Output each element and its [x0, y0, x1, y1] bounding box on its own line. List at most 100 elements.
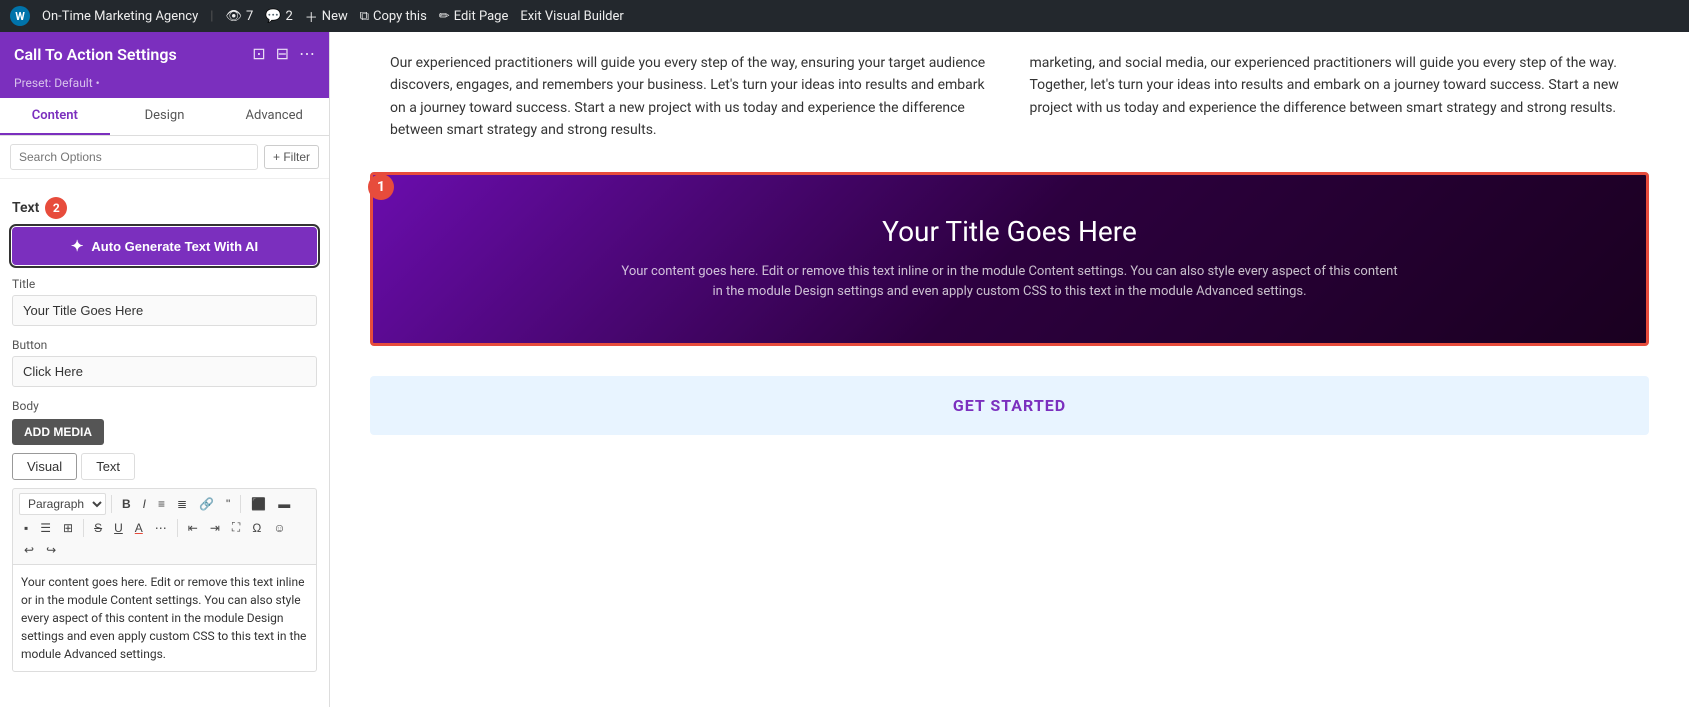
indent-in-btn[interactable]: ⇥	[205, 518, 225, 538]
body-content: Your content goes here. Edit or remove t…	[21, 575, 306, 661]
edit-page-item[interactable]: ✏ Edit Page	[439, 9, 509, 24]
wp-logo: W	[10, 6, 30, 26]
page-inner: Our experienced practitioners will guide…	[330, 32, 1689, 707]
redo-btn[interactable]: ↪	[41, 540, 61, 560]
get-started-box: GET STARTED	[370, 376, 1649, 435]
new-label: New	[322, 9, 348, 24]
more-icon-btn[interactable]: ⋯	[299, 44, 315, 64]
comment-icon: 💬	[265, 9, 281, 24]
cta-body: Your content goes here. Edit or remove t…	[620, 262, 1400, 304]
content-col-1: Our experienced practitioners will guide…	[370, 52, 1010, 142]
text-section-label: Text	[12, 200, 39, 216]
sidebar-content: Text 2 ✦ Auto Generate Text With AI Titl…	[0, 179, 329, 707]
layout-icon-btn[interactable]: ⊟	[276, 44, 289, 64]
toolbar-sep1	[111, 495, 112, 513]
sep1: |	[210, 9, 213, 24]
editor-toolbar: Paragraph B I ≡ ≣ 🔗 " ⬛ ▬ ▪ ☰ ⊞ S	[12, 488, 317, 564]
button-input[interactable]	[12, 356, 317, 387]
copy-label: Copy this	[373, 9, 427, 24]
visual-text-tabs: Visual Text	[12, 453, 317, 480]
tab-content[interactable]: Content	[0, 98, 110, 135]
views-item[interactable]: 👁 7	[225, 9, 253, 24]
underline-btn[interactable]: U	[109, 518, 128, 538]
edit-page-label: Edit Page	[454, 9, 509, 24]
filter-label: + Filter	[273, 150, 310, 164]
body-label: Body	[12, 399, 317, 413]
main-layout: Call To Action Settings ⊡ ⊟ ⋯ Preset: De…	[0, 32, 1689, 707]
top-bar: W On-Time Marketing Agency | 👁 7 💬 2 ＋ N…	[0, 0, 1689, 32]
italic-btn[interactable]: I	[138, 494, 151, 514]
text-color-btn[interactable]: A	[130, 518, 148, 538]
tab-design[interactable]: Design	[110, 98, 220, 135]
sidebar-title: Call To Action Settings	[14, 45, 177, 64]
special-char-btn[interactable]: Ω	[247, 518, 266, 538]
text-tab[interactable]: Text	[81, 453, 135, 480]
more-btn[interactable]: ⋯	[150, 518, 172, 538]
expand-icon-btn[interactable]: ⊡	[252, 44, 265, 64]
paragraph-select[interactable]: Paragraph	[19, 493, 106, 515]
search-input[interactable]	[10, 144, 258, 170]
sidebar-search-bar: + Filter	[0, 136, 329, 179]
col1-text: Our experienced practitioners will guide…	[390, 52, 990, 142]
ul-btn[interactable]: ≡	[153, 494, 170, 514]
ai-generate-button[interactable]: ✦ Auto Generate Text With AI	[12, 227, 317, 265]
align-right-btn[interactable]: ▪	[19, 518, 33, 538]
title-input[interactable]	[12, 295, 317, 326]
sidebar-header-icons: ⊡ ⊟ ⋯	[252, 44, 315, 64]
indent-out-btn[interactable]: ⇤	[183, 518, 203, 538]
table-btn[interactable]: ⊞	[58, 518, 78, 538]
sidebar-tabs: Content Design Advanced	[0, 98, 329, 136]
button-field-label: Button	[12, 338, 317, 352]
exit-label: Exit Visual Builder	[520, 9, 623, 24]
edit-icon: ✏	[439, 9, 450, 24]
toolbar-sep3	[83, 519, 84, 537]
sidebar-header: Call To Action Settings ⊡ ⊟ ⋯	[0, 32, 329, 72]
title-field-group: Title	[12, 277, 317, 326]
bold-btn[interactable]: B	[117, 494, 136, 514]
exit-builder-item[interactable]: Exit Visual Builder	[520, 9, 623, 24]
page-content: Our experienced practitioners will guide…	[330, 32, 1689, 707]
wp-logo-item[interactable]: W	[10, 6, 30, 26]
align-left-btn[interactable]: ⬛	[246, 494, 271, 514]
preset-line: Preset: Default •	[0, 72, 329, 98]
get-started-label: GET STARTED	[953, 396, 1066, 415]
cta-module: Your Title Goes Here Your content goes h…	[370, 172, 1649, 347]
add-media-button[interactable]: ADD MEDIA	[12, 419, 104, 445]
toolbar-sep4	[177, 519, 178, 537]
emoji-btn[interactable]: ☺	[268, 518, 290, 538]
strikethrough-btn[interactable]: S	[89, 518, 107, 538]
fullscreen-btn[interactable]: ⛶	[227, 517, 245, 538]
text-badge: 2	[45, 197, 67, 219]
new-item[interactable]: ＋ New	[305, 7, 348, 26]
editor-body[interactable]: Your content goes here. Edit or remove t…	[12, 564, 317, 672]
tab-advanced[interactable]: Advanced	[219, 98, 329, 135]
filter-button[interactable]: + Filter	[264, 145, 319, 169]
comments-count: 2	[285, 9, 292, 24]
cta-badge: 1	[368, 174, 394, 200]
ai-generate-label: Auto Generate Text With AI	[91, 239, 258, 254]
sidebar: Call To Action Settings ⊡ ⊟ ⋯ Preset: De…	[0, 32, 330, 707]
title-label: Title	[12, 277, 317, 291]
blockquote-btn[interactable]: "	[221, 494, 235, 514]
visual-tab[interactable]: Visual	[12, 453, 77, 480]
content-col-2: marketing, and social media, our experie…	[1010, 52, 1650, 142]
undo-btn[interactable]: ↩	[19, 540, 39, 560]
site-name-item[interactable]: On-Time Marketing Agency	[42, 9, 198, 24]
button-field-group: Button	[12, 338, 317, 387]
body-field-group: Body ADD MEDIA Visual Text Paragraph	[12, 399, 317, 672]
ol-btn[interactable]: ≣	[172, 494, 192, 514]
copy-icon: ⧉	[360, 9, 369, 24]
cta-title: Your Title Goes Here	[433, 215, 1586, 248]
preset-text: Preset: Default •	[14, 76, 100, 90]
comments-item[interactable]: 💬 2	[265, 9, 293, 24]
toolbar-sep2	[240, 495, 241, 513]
text-section-header: Text 2	[12, 197, 317, 219]
site-name: On-Time Marketing Agency	[42, 9, 198, 24]
bottom-strip: GET STARTED	[330, 376, 1689, 435]
link-btn[interactable]: 🔗	[194, 494, 219, 514]
copy-this-item[interactable]: ⧉ Copy this	[360, 9, 427, 24]
eye-icon: 👁	[225, 9, 242, 24]
col2-text: marketing, and social media, our experie…	[1030, 52, 1630, 119]
align-center-btn[interactable]: ▬	[273, 494, 295, 514]
align-justify-btn[interactable]: ☰	[35, 518, 56, 538]
